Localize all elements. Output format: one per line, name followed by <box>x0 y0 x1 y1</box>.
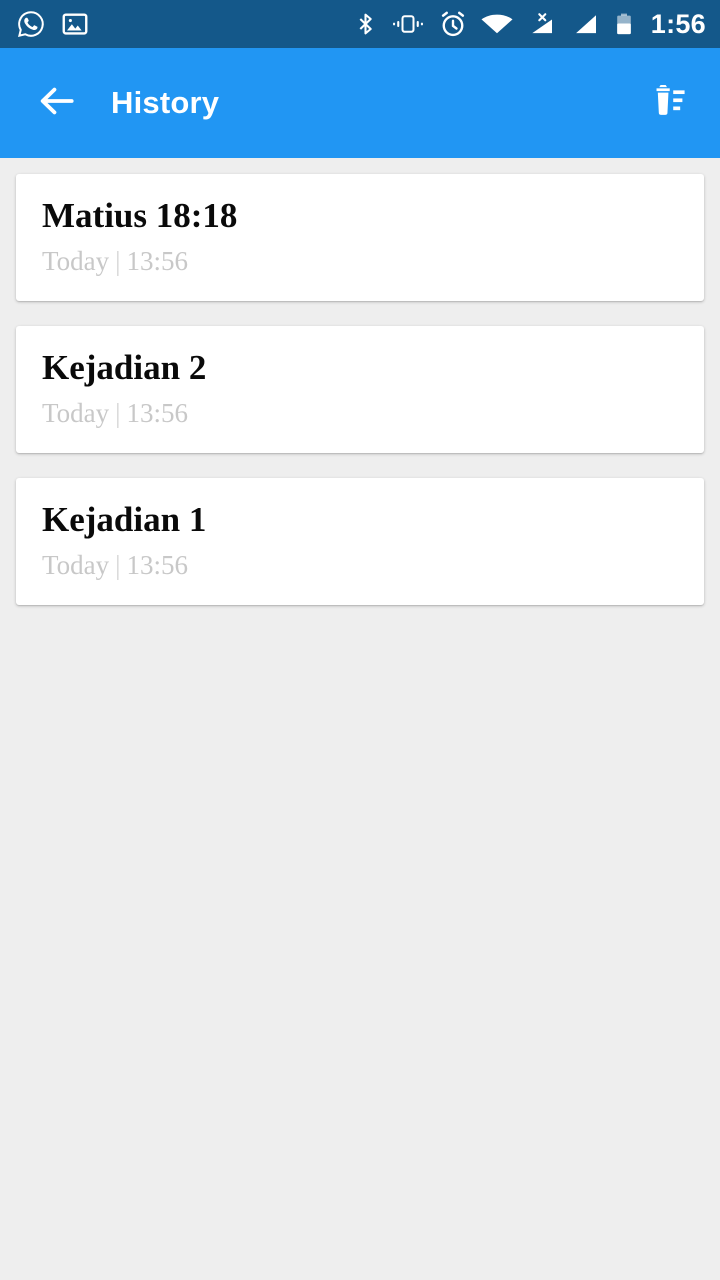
status-bar-notification-icons <box>16 9 90 39</box>
status-bar-clock: 1:56 <box>650 8 706 39</box>
history-list-item[interactable]: Matius 18:18 Today | 13:56 <box>16 174 704 301</box>
history-item-day: Today <box>42 398 110 429</box>
history-list: Matius 18:18 Today | 13:56 Kejadian 2 Toda… <box>0 158 720 605</box>
image-icon <box>60 9 90 39</box>
signal-icon <box>570 9 602 39</box>
bluetooth-icon <box>353 9 378 39</box>
history-item-day: Today <box>42 246 110 277</box>
history-item-time: 13:56 <box>126 246 189 277</box>
history-list-item[interactable]: Kejadian 1 Today | 13:56 <box>16 477 704 605</box>
history-item-title: Kejadian 1 <box>42 499 207 539</box>
app-bar: History <box>0 48 720 158</box>
status-bar-system-icons: 1:56 <box>353 9 706 40</box>
history-item-day: Today <box>42 549 110 580</box>
back-button[interactable] <box>34 80 80 126</box>
arrow-back-icon <box>35 79 79 128</box>
history-item-title: Kejadian 2 <box>42 347 207 387</box>
history-item-separator: | <box>115 549 121 580</box>
page-title: History <box>111 85 220 120</box>
battery-icon <box>614 9 634 39</box>
history-item-title: Matius 18:18 <box>42 196 238 235</box>
history-item-timestamp: Today | 13:56 <box>42 246 678 277</box>
alarm-icon <box>438 9 468 39</box>
delete-all-button[interactable] <box>642 76 696 130</box>
status-bar: 1:56 <box>0 0 720 48</box>
history-item-timestamp: Today | 13:56 <box>42 549 678 581</box>
history-item-time: 13:56 <box>126 398 189 429</box>
history-item-separator: | <box>115 398 121 429</box>
history-item-time: 13:56 <box>126 549 189 580</box>
wifi-icon <box>480 9 514 39</box>
no-sim-signal-icon <box>526 9 558 39</box>
history-item-timestamp: Today | 13:56 <box>42 398 678 429</box>
vibrate-icon <box>390 9 426 39</box>
whatsapp-icon <box>16 9 46 39</box>
delete-sweep-icon <box>647 79 691 128</box>
history-list-item[interactable]: Kejadian 2 Today | 13:56 <box>16 325 704 453</box>
history-item-separator: | <box>115 246 121 277</box>
